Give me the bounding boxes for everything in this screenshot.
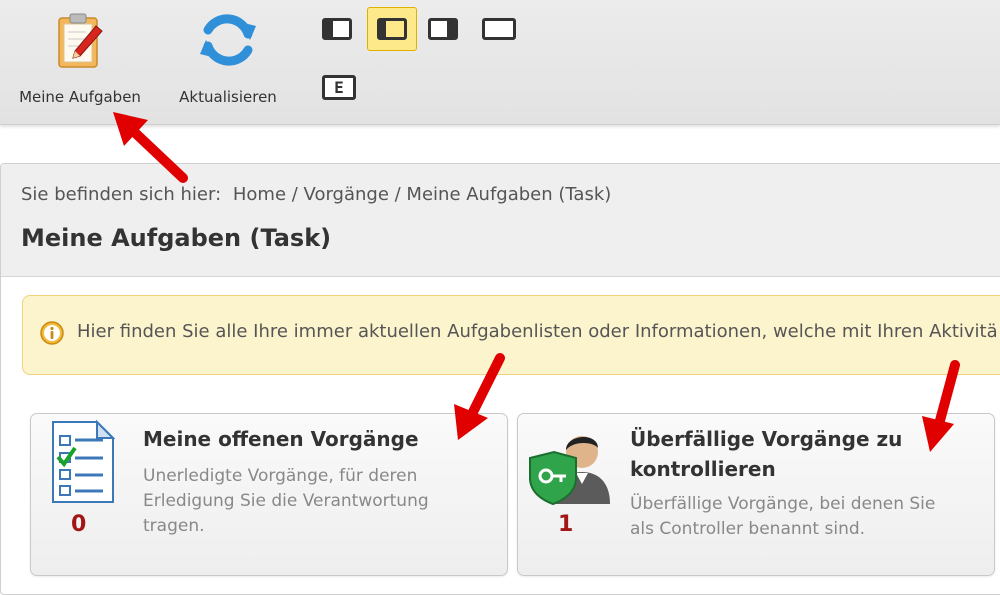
controller-icon <box>529 436 610 506</box>
main-panel: Sie befinden sich hier: Home / Vorgänge … <box>0 163 1000 595</box>
open-tasks-card[interactable]: 0 Meine offenen Vorgänge Unerledigte Vor… <box>30 413 508 576</box>
overdue-tasks-card[interactable]: 1 Überfällige Vorgänge zu kontrollieren … <box>517 413 995 576</box>
overdue-tasks-count: 1 <box>558 512 574 537</box>
my-tasks-button[interactable]: Meine Aufgaben <box>8 0 152 115</box>
breadcrumb-path[interactable]: Home / Vorgänge / Meine Aufgaben (Task) <box>233 184 611 205</box>
breadcrumb-prefix: Sie befinden sich hier: <box>21 184 222 205</box>
layout-both-panels-button[interactable] <box>367 7 417 51</box>
page-title: Meine Aufgaben (Task) <box>21 224 332 252</box>
overdue-tasks-description: Überfällige Vorgänge, bei denen Sie als … <box>630 494 936 539</box>
layout-left-panel-button[interactable] <box>322 18 352 40</box>
breadcrumb: Sie befinden sich hier: Home / Vorgänge … <box>21 184 611 205</box>
info-icon <box>40 321 64 345</box>
layout-right-panel-button[interactable] <box>428 18 458 40</box>
open-tasks-title: Meine offenen Vorgänge <box>143 427 419 451</box>
page-header: Sie befinden sich hier: Home / Vorgänge … <box>1 164 1000 277</box>
open-tasks-description: Unerledigte Vorgänge, für deren Erledigu… <box>143 466 429 536</box>
open-tasks-count: 0 <box>71 512 87 537</box>
refresh-label: Aktualisieren <box>179 88 277 106</box>
toolbar: Meine Aufgaben Aktualisieren E <box>0 0 1000 125</box>
overdue-tasks-title: Überfällige Vorgänge zu kontrollieren <box>630 427 903 481</box>
info-box: Hier finden Sie alle Ihre immer aktuelle… <box>22 295 1000 375</box>
refresh-icon <box>200 14 256 66</box>
layout-no-panel-button[interactable] <box>482 18 516 40</box>
checklist-icon <box>52 419 116 503</box>
clipboard-pencil-icon <box>58 13 103 68</box>
refresh-button[interactable]: Aktualisieren <box>168 0 288 115</box>
e-button[interactable]: E <box>322 75 356 100</box>
info-text: Hier finden Sie alle Ihre immer aktuelle… <box>77 321 998 342</box>
my-tasks-label: Meine Aufgaben <box>19 88 141 106</box>
